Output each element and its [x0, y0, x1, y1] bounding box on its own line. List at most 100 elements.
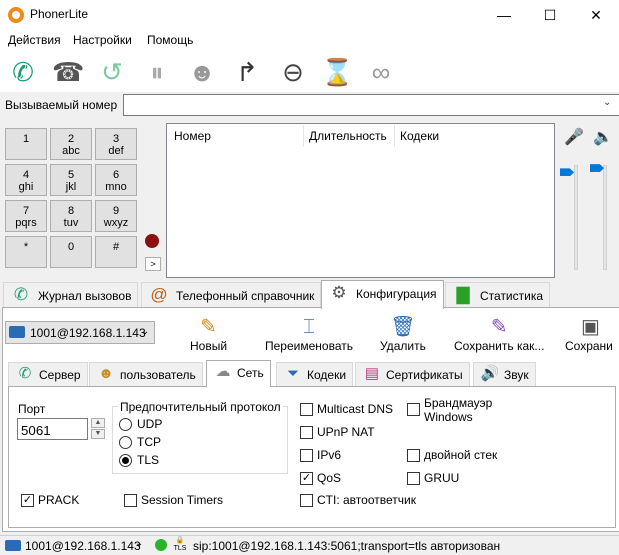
- delete-button[interactable]: 🗑 Удалить: [380, 315, 426, 353]
- volume-area: 🎤 🔈: [557, 123, 619, 278]
- close-button[interactable]: ✕: [573, 0, 619, 30]
- hangup-icon[interactable]: ☎: [52, 56, 84, 88]
- protocol-group-title: Предпочтительный протокол: [118, 400, 283, 414]
- checkbox-multicast-dns-label: Multicast DNS: [317, 402, 394, 416]
- tab-sound[interactable]: 🔊 Звук: [473, 362, 536, 386]
- port-decrement-button[interactable]: ▼: [91, 429, 105, 439]
- column-number[interactable]: Номер: [174, 129, 211, 143]
- tab-label: Конфигурация: [356, 287, 437, 301]
- anonymous-icon[interactable]: ∞: [365, 56, 397, 88]
- keypad-digit: 4: [22, 169, 30, 181]
- radio-udp[interactable]: [119, 418, 132, 431]
- tab-server[interactable]: ✆ Сервер: [8, 362, 88, 386]
- checkbox-cti-autoanswer-label: CTI: автоответчик: [317, 493, 416, 507]
- call-list[interactable]: Номер Длительность Кодеки: [166, 123, 555, 278]
- radio-tcp[interactable]: [119, 436, 132, 449]
- chevron-down-icon[interactable]: ⌄: [141, 326, 149, 337]
- call-log-icon: ✆: [13, 285, 29, 304]
- window-title: PhonerLite: [30, 7, 89, 21]
- save-button[interactable]: ▣ Сохрани: [565, 315, 613, 353]
- chart-icon: ▇: [456, 285, 470, 304]
- speaker-volume-thumb[interactable]: [590, 164, 604, 173]
- tab-phonebook[interactable]: @ Телефонный справочник: [141, 282, 322, 308]
- keypad-key[interactable]: 6 mno: [95, 164, 137, 196]
- keypad-key[interactable]: 5 jkl: [50, 164, 92, 196]
- hold-icon[interactable]: ⏸: [141, 56, 173, 88]
- account-select[interactable]: 1001@192.168.1.143: [5, 321, 155, 344]
- menu-settings[interactable]: Настройки: [73, 33, 132, 47]
- chevron-down-icon[interactable]: ⌄: [135, 538, 143, 549]
- checkbox-windows-firewall-label: Брандмауэр: [424, 396, 493, 410]
- rename-icon: ⌶: [302, 316, 315, 338]
- speaker-volume-slider[interactable]: [603, 165, 607, 270]
- checkbox-qos-label: QoS: [317, 471, 342, 485]
- checkbox-dual-stack[interactable]: [407, 449, 420, 462]
- menu-actions[interactable]: Действия: [8, 33, 61, 47]
- call-icon[interactable]: ✆: [7, 56, 39, 88]
- tab-label: Кодеки: [307, 368, 347, 382]
- transfer-icon[interactable]: ↱: [231, 56, 263, 88]
- keypad-key[interactable]: 1: [5, 128, 47, 160]
- checkbox-ipv6[interactable]: [300, 449, 313, 462]
- tab-user[interactable]: ☻ пользователь: [89, 362, 203, 386]
- checkbox-qos[interactable]: ✓: [300, 472, 313, 485]
- column-codecs[interactable]: Кодеки: [400, 129, 439, 143]
- keypad-key[interactable]: 4 ghi: [5, 164, 47, 196]
- keypad-key[interactable]: 2 abc: [50, 128, 92, 160]
- keypad-digit: 7: [22, 205, 30, 217]
- tab-statistics[interactable]: ▇ Статистика: [445, 282, 551, 308]
- keypad-key[interactable]: 9 wxyz: [95, 200, 137, 232]
- rename-button[interactable]: ⌶ Переименовать: [265, 315, 353, 353]
- tab-call-log[interactable]: ✆ Журнал вызовов: [3, 282, 139, 308]
- menu-bar: Действия Настройки Помощь: [0, 30, 619, 52]
- speaker-mute-icon[interactable]: 🔈: [593, 127, 613, 147]
- keypad-letters: abc: [62, 145, 80, 157]
- tab-codecs[interactable]: ⏷ Кодеки: [276, 362, 354, 386]
- mic-volume-thumb[interactable]: [560, 168, 574, 177]
- conference-icon[interactable]: ☻: [186, 56, 218, 88]
- certificate-icon: ▤: [364, 365, 380, 382]
- keypad-more-button[interactable]: >: [145, 257, 161, 271]
- status-account[interactable]: 1001@192.168.1.143: [25, 539, 141, 553]
- microphone-mute-icon[interactable]: 🎤: [564, 127, 584, 147]
- call-wait-icon[interactable]: ⌛: [321, 56, 353, 88]
- checkbox-session-timers[interactable]: [124, 494, 137, 507]
- menu-help[interactable]: Помощь: [147, 33, 193, 47]
- maximize-button[interactable]: ☐: [527, 0, 573, 30]
- checkbox-cti-autoanswer[interactable]: [300, 494, 313, 507]
- save-label: Сохрани: [565, 339, 613, 353]
- save-as-button[interactable]: ✎ Сохранить как...: [454, 315, 544, 353]
- keypad-letters: wxyz: [103, 217, 129, 229]
- tab-network[interactable]: ☁ Сеть: [206, 360, 271, 387]
- save-icon: ▣: [581, 316, 600, 338]
- keypad-key[interactable]: 0: [50, 236, 92, 268]
- checkbox-gruu[interactable]: [407, 472, 420, 485]
- callback-icon[interactable]: ↺: [96, 56, 128, 88]
- checkbox-multicast-dns[interactable]: [300, 403, 313, 416]
- checkbox-prack[interactable]: ✓: [21, 494, 34, 507]
- port-increment-button[interactable]: ▲: [91, 418, 105, 428]
- keypad-key[interactable]: 3 def: [95, 128, 137, 160]
- chevron-down-icon[interactable]: ⌄: [603, 97, 611, 108]
- network-icon: ☁: [215, 363, 231, 380]
- keypad-key[interactable]: 7 pqrs: [5, 200, 47, 232]
- number-label: Вызываемый номер: [5, 98, 118, 112]
- tab-certificates[interactable]: ▤ Сертификаты: [355, 362, 470, 386]
- rename-label: Переименовать: [265, 339, 353, 353]
- number-input[interactable]: [123, 94, 619, 116]
- port-input[interactable]: [17, 418, 88, 440]
- radio-tls[interactable]: [119, 454, 132, 467]
- checkbox-windows-firewall[interactable]: [407, 403, 420, 416]
- mic-volume-slider[interactable]: [574, 165, 578, 270]
- keypad-key[interactable]: #: [95, 236, 137, 268]
- record-icon[interactable]: [145, 234, 159, 248]
- dnd-icon[interactable]: ⊖: [277, 56, 309, 88]
- new-button[interactable]: ✎ Новый: [190, 315, 227, 353]
- keypad-key[interactable]: *: [5, 236, 47, 268]
- column-duration[interactable]: Длительность: [309, 129, 387, 143]
- minimize-button[interactable]: —: [481, 0, 527, 30]
- checkbox-upnp-nat[interactable]: [300, 426, 313, 439]
- keypad-key[interactable]: 8 tuv: [50, 200, 92, 232]
- tab-configuration[interactable]: ⚙ Конфигурация: [321, 280, 444, 309]
- tab-label: пользователь: [120, 368, 196, 382]
